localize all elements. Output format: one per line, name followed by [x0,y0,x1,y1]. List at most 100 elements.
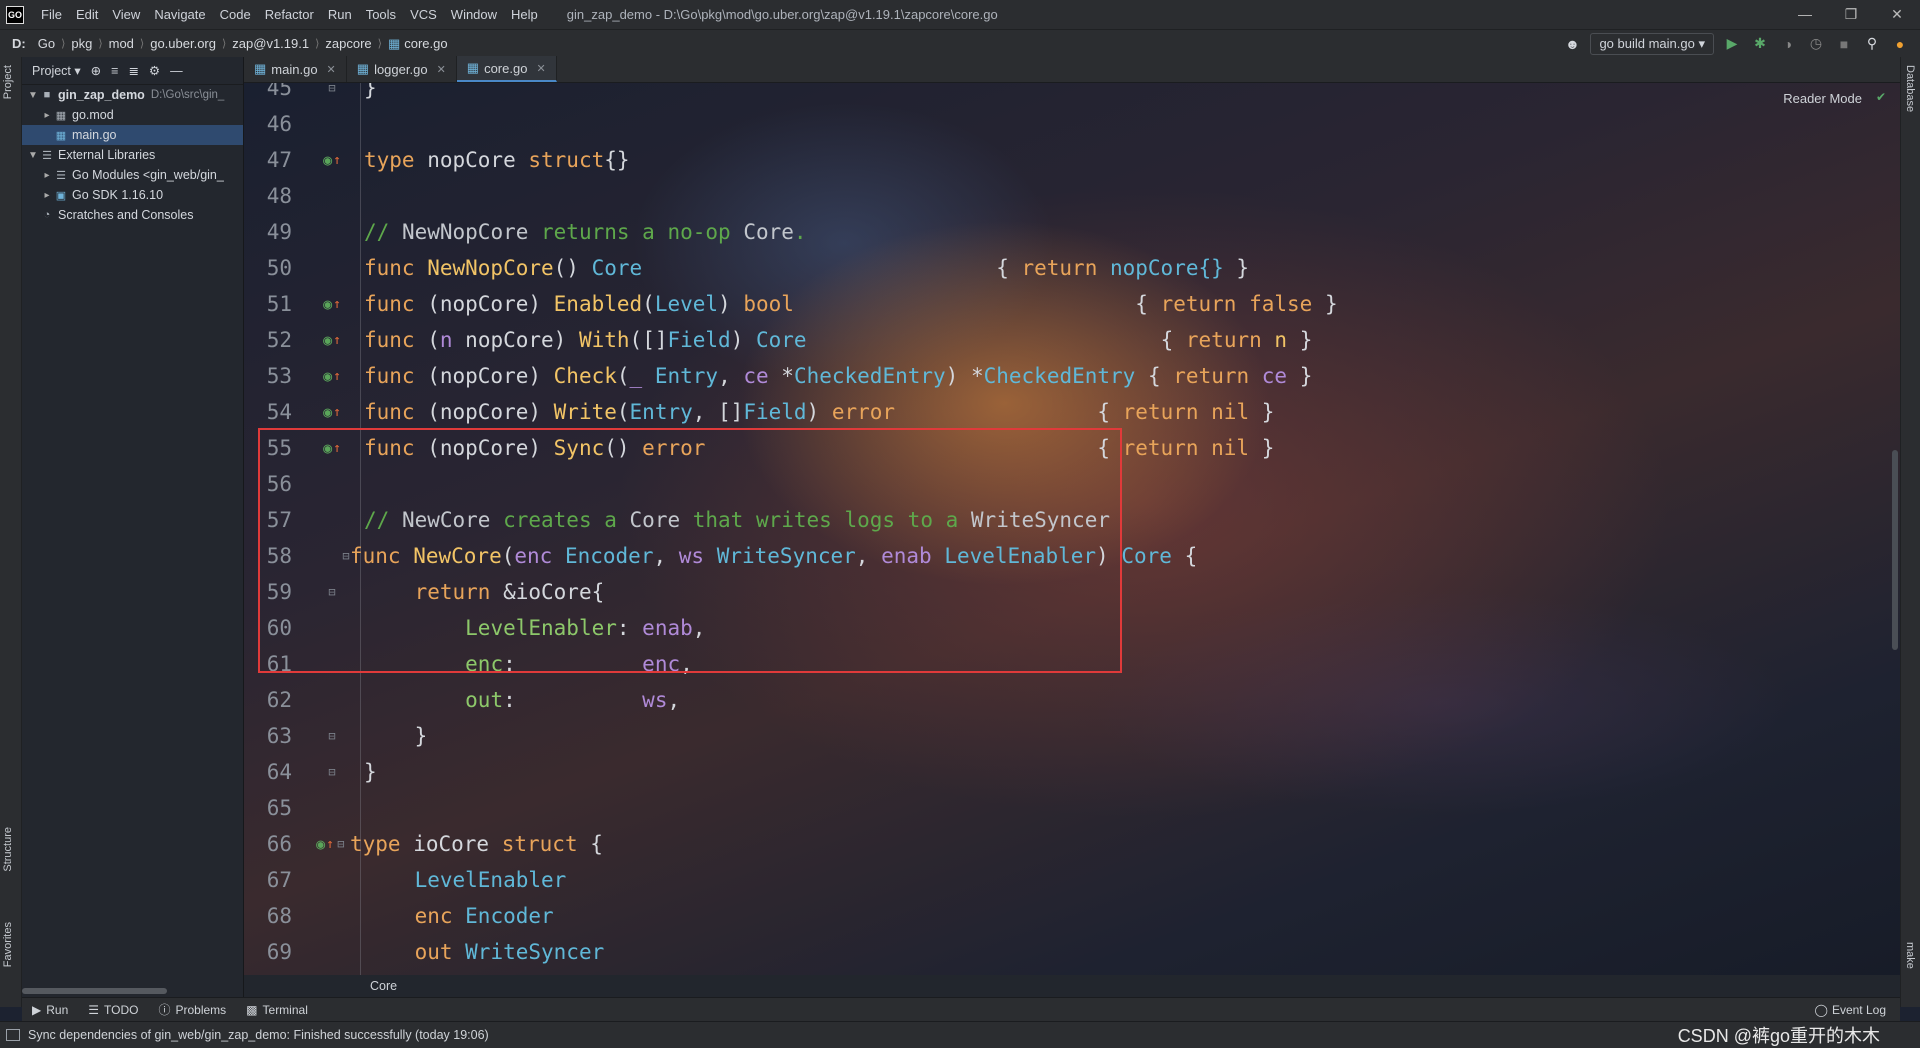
menu-file[interactable]: File [34,7,69,22]
minimize-icon[interactable]: — [1782,6,1828,23]
tab-logger-go[interactable]: ▦ logger.go ✕ [347,56,457,82]
implemented-method-icon[interactable]: ◉ [323,367,332,385]
menu-edit[interactable]: Edit [69,7,105,22]
nav-crumb-go[interactable]: Go [32,36,61,51]
code-text: func (n nopCore) With([]Field) Core { re… [360,328,1312,352]
nav-crumb-zap[interactable]: zap@v1.19.1 [226,36,315,51]
update-icon[interactable]: ● [1890,34,1910,54]
code-text: type nopCore struct{} [360,148,630,172]
token: ) * [945,364,984,388]
project-tool-tab[interactable]: Project [2,65,14,99]
make-tool-tab[interactable]: make [1904,942,1916,969]
tree-item-main-go[interactable]: ▦ main.go [22,125,243,145]
implemented-interface-icon[interactable]: ◉ [316,835,325,853]
token: ( [427,328,440,352]
token: nopCore{} [1097,256,1224,280]
problems-tool-tab[interactable]: ⓘ Problems [148,1001,236,1018]
menu-refactor[interactable]: Refactor [258,7,321,22]
menu-vcs[interactable]: VCS [403,7,444,22]
profile-icon[interactable]: ◷ [1806,34,1826,54]
line-number: 67 [266,868,292,892]
horizontal-scrollbar[interactable] [22,988,167,994]
token: WriteSyncer [452,940,605,964]
chevron-right-icon[interactable]: ▸ [40,170,54,181]
chevron-right-icon[interactable]: ▸ [40,190,54,201]
menu-run[interactable]: Run [321,7,359,22]
project-view-select[interactable]: Project ▾ [32,63,81,78]
menu-window[interactable]: Window [444,7,504,22]
nav-crumb-mod[interactable]: mod [103,36,140,51]
menu-view[interactable]: View [105,7,147,22]
favorites-tool-tab[interactable]: Favorites [2,922,14,967]
fold-icon[interactable]: ⊟ [325,83,339,95]
token: bool [743,292,794,316]
implemented-method-icon[interactable]: ◉ [323,295,332,313]
token: func [364,256,428,280]
nav-crumb-file[interactable]: ▦ core.go [382,36,454,52]
arrow-up-icon: ↑ [333,296,341,312]
implemented-interface-icon[interactable]: ◉ [323,151,332,169]
token: } [1249,436,1275,460]
locate-icon[interactable]: ⊕ [91,63,101,78]
search-icon[interactable]: ⚲ [1862,34,1882,54]
close-icon[interactable]: ✕ [437,63,446,76]
gear-icon[interactable]: ⚙ [149,63,160,78]
run-config-select[interactable]: go build main.go ▾ [1590,32,1714,55]
nav-crumb-uber[interactable]: go.uber.org [144,36,222,51]
tree-item-project-root[interactable]: ▼ ■ gin_zap_demo D:\Go\src\gin_ [22,85,243,105]
nav-crumb-file-label: core.go [404,36,448,51]
tab-core-go[interactable]: ▦ core.go ✕ [456,56,557,82]
hide-icon[interactable]: — [170,64,183,78]
debug-icon[interactable]: ✱ [1750,34,1770,54]
code-line-54: 54 ◉ ↑ func (nopCore) Write(Entry, []Fiel… [244,394,1844,430]
terminal-tool-tab[interactable]: ▩ Terminal [236,1003,318,1017]
nav-crumb-pkg[interactable]: pkg [65,36,98,51]
code-editor[interactable]: Reader Mode ✔ 45 ⊟ } 46 47 ◉ ↑ type nopCo… [244,83,1900,975]
menu-tools[interactable]: Tools [359,7,403,22]
fold-icon[interactable]: ⊟ [325,729,339,743]
close-icon[interactable]: ✕ [327,63,336,76]
code-breadcrumb-item[interactable]: Core [370,979,397,993]
user-icon[interactable]: ☻ [1562,34,1582,54]
tree-item-go-modules[interactable]: ▸ ☰ Go Modules <gin_web/gin_ [22,165,243,185]
nav-crumb-zapcore[interactable]: zapcore [319,36,377,51]
run-tool-tab[interactable]: ▶ Run [22,1003,78,1017]
implemented-method-icon[interactable]: ◉ [323,331,332,349]
vertical-scrollbar[interactable] [1892,450,1898,650]
token: { [577,832,603,856]
tab-main-go[interactable]: ▦ main.go ✕ [244,56,347,82]
menu-code[interactable]: Code [213,7,258,22]
tree-item-go-mod[interactable]: ▸ ▦ go.mod [22,105,243,125]
close-icon[interactable]: ✕ [536,62,545,75]
coverage-icon[interactable]: ◑ [1778,34,1798,54]
line-number: 49 [266,220,292,244]
collapse-all-icon[interactable]: ≣ [128,63,138,78]
chevron-down-icon[interactable]: ▼ [26,150,40,161]
database-tool-tab[interactable]: Database [1904,65,1916,112]
code-text: type ioCore struct { [346,832,603,856]
token: (nopCore) [427,364,554,388]
implemented-method-icon[interactable]: ◉ [323,403,332,421]
tree-item-scratches[interactable]: ◔ Scratches and Consoles [22,205,243,225]
panel-toggle-icon[interactable] [6,1029,20,1041]
menu-navigate[interactable]: Navigate [147,7,212,22]
restore-icon[interactable]: ❐ [1828,6,1874,23]
token: { [1135,292,1161,316]
tree-item-go-sdk[interactable]: ▸ ▣ Go SDK 1.16.10 [22,185,243,205]
chevron-down-icon[interactable]: ▼ [26,90,40,101]
mod-file-icon: ▦ [55,109,67,122]
chevron-right-icon[interactable]: ▸ [40,110,54,121]
code-line-68: 68 enc Encoder [244,898,1844,934]
fold-icon[interactable]: ⊟ [325,765,339,779]
expand-all-icon[interactable]: ≡ [111,64,118,78]
nav-crumb-drive[interactable]: D: [0,36,32,51]
stop-icon[interactable]: ■ [1834,34,1854,54]
structure-tool-tab[interactable]: Structure [2,827,14,872]
run-icon[interactable]: ▶ [1722,34,1742,54]
event-log-button[interactable]: ◯ Event Log [1815,1003,1900,1017]
tree-item-external-libraries[interactable]: ▼ ☰ External Libraries [22,145,243,165]
todo-tool-tab[interactable]: ☰ TODO [78,1003,148,1017]
menu-help[interactable]: Help [504,7,545,22]
close-icon[interactable]: ✕ [1874,6,1920,23]
